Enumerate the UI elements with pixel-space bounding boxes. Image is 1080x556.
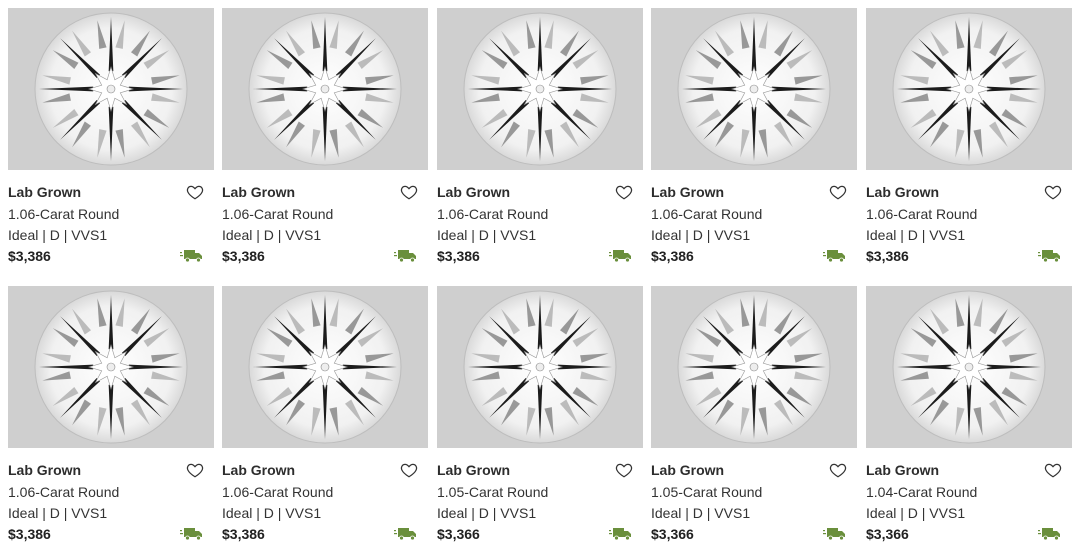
product-title[interactable]: 1.06-Carat Round [8, 206, 119, 222]
product-price: $3,386 [437, 248, 480, 264]
product-price: $3,386 [222, 526, 265, 542]
product-specs: Ideal | D | VVS1 [8, 505, 108, 521]
diamond-image[interactable] [437, 8, 643, 170]
product-type: Lab Grown [8, 184, 82, 200]
product-type: Lab Grown [222, 184, 296, 200]
diamond-image[interactable] [866, 8, 1072, 170]
truck-icon [1038, 249, 1062, 263]
product-title[interactable]: 1.05-Carat Round [651, 484, 762, 500]
product-specs: Ideal | D | VVS1 [437, 227, 537, 243]
product-grid: Lab Grown 1.06-Carat Round Ideal | D | V… [0, 0, 1080, 552]
product-info: Lab Grown 1.04-Carat Round Ideal | D | V… [866, 448, 1072, 548]
product-specs: Ideal | D | VVS1 [8, 227, 108, 243]
product-specs: Ideal | D | VVS1 [866, 227, 966, 243]
product-info: Lab Grown 1.06-Carat Round Ideal | D | V… [222, 448, 428, 548]
truck-icon [823, 527, 847, 541]
heart-outline-icon[interactable] [829, 183, 847, 201]
product-price: $3,386 [651, 248, 694, 264]
heart-outline-icon[interactable] [1044, 461, 1062, 479]
product-price: $3,366 [866, 526, 909, 542]
diamond-image[interactable] [866, 286, 1072, 448]
truck-icon [394, 527, 418, 541]
product-card[interactable]: Lab Grown 1.06-Carat Round Ideal | D | V… [8, 286, 214, 556]
product-type: Lab Grown [651, 184, 725, 200]
product-type: Lab Grown [866, 462, 940, 478]
product-title[interactable]: 1.06-Carat Round [222, 484, 333, 500]
heart-outline-icon[interactable] [615, 183, 633, 201]
product-info: Lab Grown 1.06-Carat Round Ideal | D | V… [866, 170, 1072, 270]
product-title[interactable]: 1.06-Carat Round [222, 206, 333, 222]
truck-icon [823, 249, 847, 263]
truck-icon [394, 249, 418, 263]
product-info: Lab Grown 1.06-Carat Round Ideal | D | V… [8, 170, 214, 270]
product-price: $3,386 [8, 248, 51, 264]
product-info: Lab Grown 1.06-Carat Round Ideal | D | V… [651, 170, 857, 270]
product-title[interactable]: 1.06-Carat Round [866, 206, 977, 222]
product-card[interactable]: Lab Grown 1.04-Carat Round Ideal | D | V… [866, 286, 1072, 556]
product-price: $3,386 [8, 526, 51, 542]
product-card[interactable]: Lab Grown 1.05-Carat Round Ideal | D | V… [651, 286, 857, 556]
product-title[interactable]: 1.05-Carat Round [437, 484, 548, 500]
product-title[interactable]: 1.06-Carat Round [8, 484, 119, 500]
product-card[interactable]: Lab Grown 1.05-Carat Round Ideal | D | V… [437, 286, 643, 556]
product-card[interactable]: Lab Grown 1.06-Carat Round Ideal | D | V… [437, 8, 643, 278]
product-info: Lab Grown 1.06-Carat Round Ideal | D | V… [437, 170, 643, 270]
truck-icon [180, 249, 204, 263]
product-specs: Ideal | D | VVS1 [651, 505, 751, 521]
truck-icon [180, 527, 204, 541]
product-type: Lab Grown [8, 462, 82, 478]
product-price: $3,386 [222, 248, 265, 264]
heart-outline-icon[interactable] [400, 183, 418, 201]
heart-outline-icon[interactable] [615, 461, 633, 479]
product-info: Lab Grown 1.06-Carat Round Ideal | D | V… [222, 170, 428, 270]
heart-outline-icon[interactable] [400, 461, 418, 479]
product-specs: Ideal | D | VVS1 [866, 505, 966, 521]
heart-outline-icon[interactable] [829, 461, 847, 479]
product-type: Lab Grown [437, 462, 511, 478]
product-info: Lab Grown 1.06-Carat Round Ideal | D | V… [8, 448, 214, 548]
diamond-image[interactable] [651, 286, 857, 448]
product-specs: Ideal | D | VVS1 [222, 227, 322, 243]
product-card[interactable]: Lab Grown 1.06-Carat Round Ideal | D | V… [222, 286, 428, 556]
product-card[interactable]: Lab Grown 1.06-Carat Round Ideal | D | V… [222, 8, 428, 278]
product-type: Lab Grown [437, 184, 511, 200]
product-type: Lab Grown [222, 462, 296, 478]
product-price: $3,386 [866, 248, 909, 264]
diamond-image[interactable] [222, 8, 428, 170]
product-type: Lab Grown [651, 462, 725, 478]
product-price: $3,366 [437, 526, 480, 542]
product-specs: Ideal | D | VVS1 [437, 505, 537, 521]
diamond-image[interactable] [651, 8, 857, 170]
product-info: Lab Grown 1.05-Carat Round Ideal | D | V… [651, 448, 857, 548]
product-card[interactable]: Lab Grown 1.06-Carat Round Ideal | D | V… [8, 8, 214, 278]
heart-outline-icon[interactable] [1044, 183, 1062, 201]
diamond-image[interactable] [222, 286, 428, 448]
product-specs: Ideal | D | VVS1 [222, 505, 322, 521]
truck-icon [1038, 527, 1062, 541]
heart-outline-icon[interactable] [186, 183, 204, 201]
product-title[interactable]: 1.06-Carat Round [437, 206, 548, 222]
product-card[interactable]: Lab Grown 1.06-Carat Round Ideal | D | V… [651, 8, 857, 278]
diamond-image[interactable] [8, 8, 214, 170]
product-specs: Ideal | D | VVS1 [651, 227, 751, 243]
heart-outline-icon[interactable] [186, 461, 204, 479]
diamond-image[interactable] [437, 286, 643, 448]
product-card[interactable]: Lab Grown 1.06-Carat Round Ideal | D | V… [866, 8, 1072, 278]
product-title[interactable]: 1.04-Carat Round [866, 484, 977, 500]
truck-icon [609, 249, 633, 263]
diamond-image[interactable] [8, 286, 214, 448]
product-title[interactable]: 1.06-Carat Round [651, 206, 762, 222]
product-type: Lab Grown [866, 184, 940, 200]
product-price: $3,366 [651, 526, 694, 542]
product-info: Lab Grown 1.05-Carat Round Ideal | D | V… [437, 448, 643, 548]
truck-icon [609, 527, 633, 541]
